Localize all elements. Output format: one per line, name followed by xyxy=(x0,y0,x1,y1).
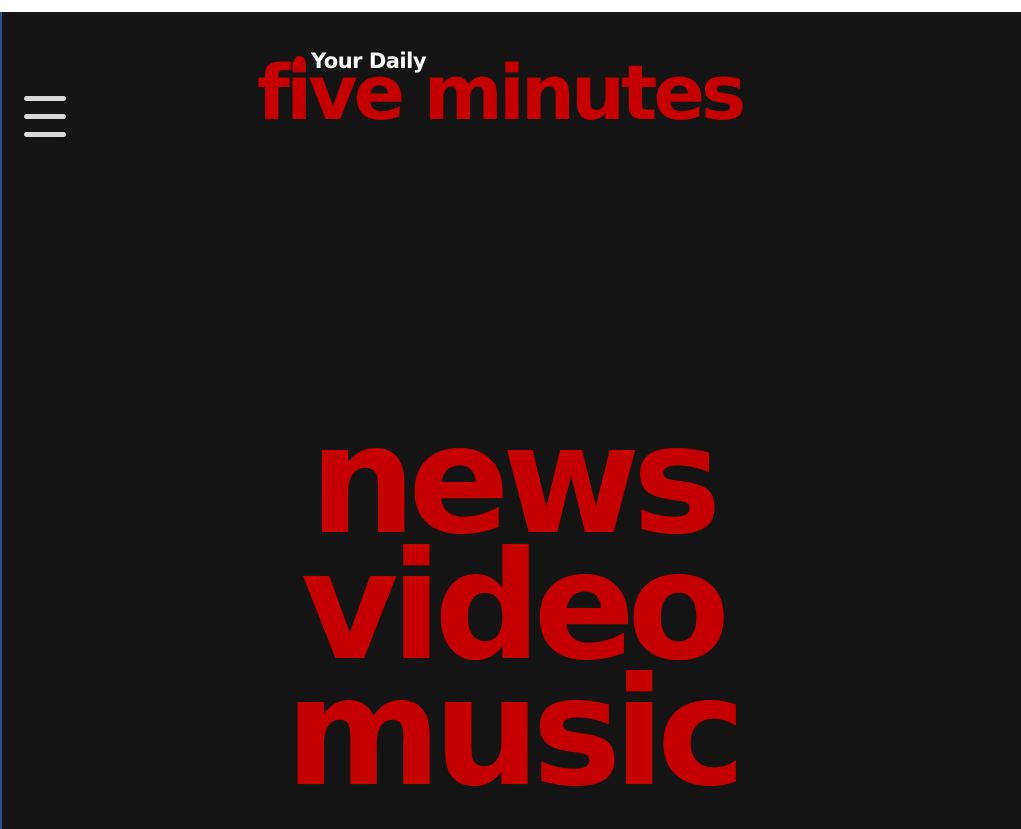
page: five minutes Your Daily news video music xyxy=(2,12,1021,829)
logo-dot-icon xyxy=(294,56,305,67)
hamburger-menu-icon[interactable] xyxy=(24,96,68,142)
menu-bar-top xyxy=(24,96,66,101)
menu-bar-bottom xyxy=(24,132,66,137)
menu-bar-middle xyxy=(24,114,66,119)
logo-tagline: Your Daily xyxy=(311,49,427,73)
hero-headline: news video music xyxy=(2,406,1021,820)
site-logo[interactable]: five minutes Your Daily xyxy=(257,48,787,138)
hero-word-music: music xyxy=(285,646,746,820)
browser-top-edge xyxy=(0,0,1021,12)
